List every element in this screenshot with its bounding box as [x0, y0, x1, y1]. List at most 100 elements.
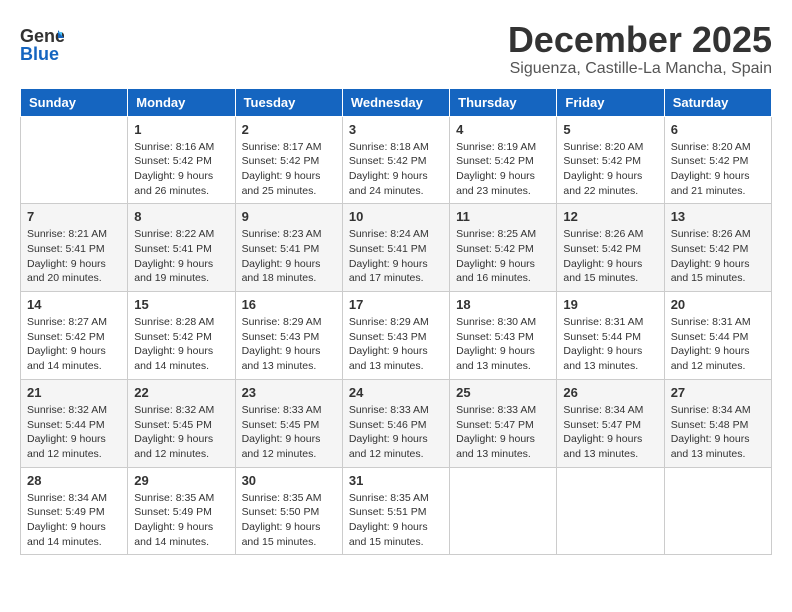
day-info: Sunrise: 8:33 AM Sunset: 5:46 PM Dayligh…: [349, 403, 443, 462]
day-number: 5: [563, 122, 657, 137]
day-number: 22: [134, 385, 228, 400]
day-number: 9: [242, 209, 336, 224]
day-number: 15: [134, 297, 228, 312]
table-row: 7 Sunrise: 8:21 AM Sunset: 5:41 PM Daylig…: [21, 204, 128, 292]
svg-text:Blue: Blue: [20, 44, 59, 64]
calendar-subtitle: Siguenza, Castille-La Mancha, Spain: [508, 60, 772, 78]
day-number: 6: [671, 122, 765, 137]
table-row: 21 Sunrise: 8:32 AM Sunset: 5:44 PM Dayli…: [21, 379, 128, 467]
day-number: 8: [134, 209, 228, 224]
col-sunday: Sunday: [21, 88, 128, 116]
day-info: Sunrise: 8:20 AM Sunset: 5:42 PM Dayligh…: [671, 140, 765, 199]
table-row: 17 Sunrise: 8:29 AM Sunset: 5:43 PM Dayli…: [342, 292, 449, 380]
day-number: 16: [242, 297, 336, 312]
day-number: 13: [671, 209, 765, 224]
day-info: Sunrise: 8:33 AM Sunset: 5:47 PM Dayligh…: [456, 403, 550, 462]
day-info: Sunrise: 8:24 AM Sunset: 5:41 PM Dayligh…: [349, 227, 443, 286]
table-row: 3 Sunrise: 8:18 AM Sunset: 5:42 PM Daylig…: [342, 116, 449, 204]
svg-text:General: General: [20, 26, 64, 46]
day-info: Sunrise: 8:27 AM Sunset: 5:42 PM Dayligh…: [27, 315, 121, 374]
day-number: 27: [671, 385, 765, 400]
calendar-week-row: 28 Sunrise: 8:34 AM Sunset: 5:49 PM Dayli…: [21, 467, 772, 555]
table-row: 10Sunrise: 8:24 AM Sunset: 5:41 PM Dayli…: [342, 204, 449, 292]
day-info: Sunrise: 8:26 AM Sunset: 5:42 PM Dayligh…: [671, 227, 765, 286]
table-row: 1 Sunrise: 8:16 AM Sunset: 5:42 PM Daylig…: [128, 116, 235, 204]
table-row: 12 Sunrise: 8:26 AM Sunset: 5:42 PM Dayli…: [557, 204, 664, 292]
table-row: 23Sunrise: 8:33 AM Sunset: 5:45 PM Dayli…: [235, 379, 342, 467]
day-number: 21: [27, 385, 121, 400]
day-info: Sunrise: 8:35 AM Sunset: 5:50 PM Dayligh…: [242, 491, 336, 550]
calendar-week-row: 1 Sunrise: 8:16 AM Sunset: 5:42 PM Daylig…: [21, 116, 772, 204]
day-number: 11: [456, 209, 550, 224]
day-number: 20: [671, 297, 765, 312]
calendar-title: December 2025: [508, 20, 772, 60]
col-tuesday: Tuesday: [235, 88, 342, 116]
day-number: 3: [349, 122, 443, 137]
title-block: December 2025 Siguenza, Castille-La Manc…: [508, 20, 772, 78]
day-info: Sunrise: 8:29 AM Sunset: 5:43 PM Dayligh…: [242, 315, 336, 374]
day-info: Sunrise: 8:20 AM Sunset: 5:42 PM Dayligh…: [563, 140, 657, 199]
table-row: 16 Sunrise: 8:29 AM Sunset: 5:43 PM Dayli…: [235, 292, 342, 380]
day-number: 26: [563, 385, 657, 400]
day-number: 7: [27, 209, 121, 224]
day-number: 1: [134, 122, 228, 137]
table-row: 22Sunrise: 8:32 AM Sunset: 5:45 PM Dayli…: [128, 379, 235, 467]
table-row: 18Sunrise: 8:30 AM Sunset: 5:43 PM Dayli…: [450, 292, 557, 380]
table-row: 24 Sunrise: 8:33 AM Sunset: 5:46 PM Dayli…: [342, 379, 449, 467]
table-row: 27 Sunrise: 8:34 AM Sunset: 5:48 PM Dayli…: [664, 379, 771, 467]
day-info: Sunrise: 8:16 AM Sunset: 5:42 PM Dayligh…: [134, 140, 228, 199]
day-number: 19: [563, 297, 657, 312]
day-info: Sunrise: 8:29 AM Sunset: 5:43 PM Dayligh…: [349, 315, 443, 374]
logo-icon: General Blue: [20, 22, 64, 66]
day-number: 30: [242, 473, 336, 488]
table-row: 11 Sunrise: 8:25 AM Sunset: 5:42 PM Dayli…: [450, 204, 557, 292]
day-number: 31: [349, 473, 443, 488]
day-number: 24: [349, 385, 443, 400]
day-info: Sunrise: 8:25 AM Sunset: 5:42 PM Dayligh…: [456, 227, 550, 286]
day-info: Sunrise: 8:17 AM Sunset: 5:42 PM Dayligh…: [242, 140, 336, 199]
table-row: 28 Sunrise: 8:34 AM Sunset: 5:49 PM Dayli…: [21, 467, 128, 555]
day-number: 23: [242, 385, 336, 400]
table-row: 5 Sunrise: 8:20 AM Sunset: 5:42 PM Daylig…: [557, 116, 664, 204]
day-info: Sunrise: 8:22 AM Sunset: 5:41 PM Dayligh…: [134, 227, 228, 286]
table-row: [664, 467, 771, 555]
table-row: 31 Sunrise: 8:35 AM Sunset: 5:51 PM Dayli…: [342, 467, 449, 555]
col-thursday: Thursday: [450, 88, 557, 116]
calendar-week-row: 21 Sunrise: 8:32 AM Sunset: 5:44 PM Dayli…: [21, 379, 772, 467]
calendar-header-row: Sunday Monday Tuesday Wednesday Thursday…: [21, 88, 772, 116]
day-info: Sunrise: 8:35 AM Sunset: 5:49 PM Dayligh…: [134, 491, 228, 550]
day-number: 28: [27, 473, 121, 488]
col-saturday: Saturday: [664, 88, 771, 116]
day-info: Sunrise: 8:32 AM Sunset: 5:44 PM Dayligh…: [27, 403, 121, 462]
table-row: 29 Sunrise: 8:35 AM Sunset: 5:49 PM Dayli…: [128, 467, 235, 555]
day-info: Sunrise: 8:34 AM Sunset: 5:49 PM Dayligh…: [27, 491, 121, 550]
day-info: Sunrise: 8:26 AM Sunset: 5:42 PM Dayligh…: [563, 227, 657, 286]
day-number: 17: [349, 297, 443, 312]
day-info: Sunrise: 8:21 AM Sunset: 5:41 PM Dayligh…: [27, 227, 121, 286]
table-row: 15 Sunrise: 8:28 AM Sunset: 5:42 PM Dayli…: [128, 292, 235, 380]
day-info: Sunrise: 8:18 AM Sunset: 5:42 PM Dayligh…: [349, 140, 443, 199]
table-row: 6 Sunrise: 8:20 AM Sunset: 5:42 PM Daylig…: [664, 116, 771, 204]
day-number: 25: [456, 385, 550, 400]
day-number: 2: [242, 122, 336, 137]
table-row: 26 Sunrise: 8:34 AM Sunset: 5:47 PM Dayli…: [557, 379, 664, 467]
calendar-week-row: 7 Sunrise: 8:21 AM Sunset: 5:41 PM Daylig…: [21, 204, 772, 292]
table-row: [557, 467, 664, 555]
day-number: 4: [456, 122, 550, 137]
logo: General Blue: [20, 20, 64, 66]
table-row: 4Sunrise: 8:19 AM Sunset: 5:42 PM Daylig…: [450, 116, 557, 204]
day-info: Sunrise: 8:30 AM Sunset: 5:43 PM Dayligh…: [456, 315, 550, 374]
day-info: Sunrise: 8:31 AM Sunset: 5:44 PM Dayligh…: [563, 315, 657, 374]
table-row: 13 Sunrise: 8:26 AM Sunset: 5:42 PM Dayli…: [664, 204, 771, 292]
table-row: 30 Sunrise: 8:35 AM Sunset: 5:50 PM Dayli…: [235, 467, 342, 555]
day-info: Sunrise: 8:35 AM Sunset: 5:51 PM Dayligh…: [349, 491, 443, 550]
table-row: 14Sunrise: 8:27 AM Sunset: 5:42 PM Dayli…: [21, 292, 128, 380]
table-row: 2 Sunrise: 8:17 AM Sunset: 5:42 PM Daylig…: [235, 116, 342, 204]
calendar-week-row: 14Sunrise: 8:27 AM Sunset: 5:42 PM Dayli…: [21, 292, 772, 380]
day-info: Sunrise: 8:34 AM Sunset: 5:48 PM Dayligh…: [671, 403, 765, 462]
day-number: 12: [563, 209, 657, 224]
day-info: Sunrise: 8:23 AM Sunset: 5:41 PM Dayligh…: [242, 227, 336, 286]
day-number: 29: [134, 473, 228, 488]
day-info: Sunrise: 8:34 AM Sunset: 5:47 PM Dayligh…: [563, 403, 657, 462]
day-info: Sunrise: 8:28 AM Sunset: 5:42 PM Dayligh…: [134, 315, 228, 374]
